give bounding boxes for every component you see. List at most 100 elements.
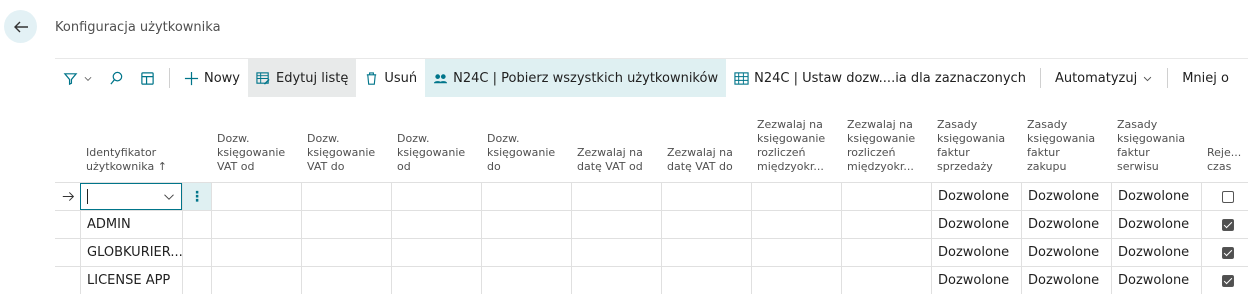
- table-row[interactable]: GLOBKURIER... Dozwolone Dozwolone Dozwol…: [55, 238, 1248, 266]
- col-header-allow-vat-from[interactable]: Zezwalaj na datę VAT od: [577, 96, 662, 182]
- cell-purch-rules[interactable]: Dozwolone: [1021, 239, 1111, 266]
- cell-purch-rules[interactable]: Dozwolone: [1021, 183, 1111, 210]
- cell-menu: [182, 267, 211, 294]
- cell-vat-from[interactable]: [211, 239, 301, 266]
- cell-ic-to[interactable]: [841, 239, 931, 266]
- layout-button[interactable]: [132, 59, 163, 97]
- cell-ic-from[interactable]: [751, 239, 841, 266]
- col-header-post-from[interactable]: Dozw. księgowanie od: [397, 96, 482, 182]
- less-options-button[interactable]: Mniej o: [1174, 59, 1237, 97]
- chevron-down-icon[interactable]: [163, 191, 175, 203]
- chevron-down-icon: [84, 76, 92, 81]
- new-button[interactable]: Nowy: [176, 59, 248, 97]
- cell-allow-vat-to[interactable]: [661, 183, 751, 210]
- register-checkbox[interactable]: [1222, 218, 1234, 231]
- new-label: Nowy: [204, 70, 241, 86]
- automate-button[interactable]: Automatyzuj: [1047, 59, 1161, 97]
- cell-vat-to[interactable]: [301, 239, 391, 266]
- cell-user-id[interactable]: GLOBKURIER...: [80, 239, 182, 266]
- cell-user-id[interactable]: ADMIN: [80, 211, 182, 238]
- cell-service-rules[interactable]: Dozwolone: [1111, 267, 1201, 294]
- col-header-ic-from[interactable]: Zezwalaj na księgowanie rozliczeń międzyokr…: [757, 96, 842, 182]
- cell-ic-from[interactable]: [751, 267, 841, 294]
- cell-post-to[interactable]: [481, 183, 571, 210]
- register-checkbox[interactable]: [1222, 274, 1234, 287]
- col-header-register[interactable]: Reje... czas: [1207, 96, 1248, 182]
- chevron-down-icon: [1143, 76, 1152, 81]
- delete-button[interactable]: Usuń: [356, 59, 425, 97]
- cell-allow-vat-from[interactable]: [571, 183, 661, 210]
- table-row[interactable]: ADMIN Dozwolone Dozwolone Dozwolone: [55, 210, 1248, 238]
- row-menu-button[interactable]: ⋮: [182, 183, 211, 210]
- cell-post-from[interactable]: [391, 239, 481, 266]
- cell-allow-vat-to[interactable]: [661, 267, 751, 294]
- cell-allow-vat-from[interactable]: [571, 267, 661, 294]
- search-button[interactable]: [101, 59, 132, 97]
- cell-allow-vat-to[interactable]: [661, 211, 751, 238]
- col-header-vat-from[interactable]: Dozw. księgowanie VAT od: [217, 96, 302, 182]
- cell-user-id[interactable]: LICENSE APP: [80, 267, 182, 294]
- cell-vat-to[interactable]: [301, 211, 391, 238]
- delete-label: Usuń: [384, 70, 418, 86]
- cell-ic-to[interactable]: [841, 211, 931, 238]
- cell-allow-vat-from[interactable]: [571, 211, 661, 238]
- col-header-ic-to[interactable]: Zezwalaj na księgowanie rozliczeń międzyokr…: [847, 96, 932, 182]
- edit-list-icon: [256, 71, 270, 85]
- cell-vat-from[interactable]: [211, 183, 301, 210]
- table-row[interactable]: ⋮ Dozwolone Dozwolone Dozwolone: [55, 182, 1248, 210]
- cell-post-from[interactable]: [391, 267, 481, 294]
- cell-purch-rules[interactable]: Dozwolone: [1021, 267, 1111, 294]
- cell-post-from[interactable]: [391, 183, 481, 210]
- cell-post-from[interactable]: [391, 211, 481, 238]
- cell-vat-from[interactable]: [211, 267, 301, 294]
- col-header-post-to[interactable]: Dozw. księgowanie do: [487, 96, 572, 182]
- grid-icon: [734, 71, 749, 85]
- user-id-input[interactable]: [80, 183, 182, 210]
- cell-ic-to[interactable]: [841, 267, 931, 294]
- cell-vat-from[interactable]: [211, 211, 301, 238]
- cell-menu: [182, 211, 211, 238]
- n24c-fetch-users-button[interactable]: N24C | Pobierz wszystkich użytkowników: [425, 59, 727, 97]
- cell-sales-rules[interactable]: Dozwolone: [931, 211, 1021, 238]
- edit-list-label: Edytuj listę: [276, 70, 349, 86]
- n24c-set-permissions-button[interactable]: N24C | Ustaw dozw....ia dla zaznaczonych: [726, 59, 1034, 97]
- cell-post-to[interactable]: [481, 239, 571, 266]
- separator: [169, 68, 170, 88]
- cell-register[interactable]: [1201, 183, 1248, 210]
- cell-post-to[interactable]: [481, 211, 571, 238]
- cell-register[interactable]: [1201, 211, 1248, 238]
- col-header-sales-rules[interactable]: Zasady księgowania faktur sprzedaży: [937, 96, 1022, 182]
- n24c-fetch-label: N24C | Pobierz wszystkich użytkowników: [453, 70, 719, 86]
- edit-list-button[interactable]: Edytuj listę: [248, 59, 357, 97]
- cell-service-rules[interactable]: Dozwolone: [1111, 183, 1201, 210]
- cell-service-rules[interactable]: Dozwolone: [1111, 239, 1201, 266]
- plus-icon: [184, 71, 199, 85]
- col-header-service-rules[interactable]: Zasady księgowania faktur serwisu: [1117, 96, 1202, 182]
- cell-purch-rules[interactable]: Dozwolone: [1021, 211, 1111, 238]
- cell-service-rules[interactable]: Dozwolone: [1111, 211, 1201, 238]
- cell-sales-rules[interactable]: Dozwolone: [931, 267, 1021, 294]
- cell-allow-vat-to[interactable]: [661, 239, 751, 266]
- less-label: Mniej o: [1182, 70, 1229, 86]
- cell-ic-from[interactable]: [751, 211, 841, 238]
- filter-icon: [63, 72, 78, 85]
- cell-vat-to[interactable]: [301, 267, 391, 294]
- col-header-user-id[interactable]: Identyfikator użytkownika ↑: [86, 96, 211, 182]
- cell-allow-vat-from[interactable]: [571, 239, 661, 266]
- cell-sales-rules[interactable]: Dozwolone: [931, 239, 1021, 266]
- cell-register[interactable]: [1201, 267, 1248, 294]
- cell-ic-to[interactable]: [841, 183, 931, 210]
- col-header-vat-to[interactable]: Dozw. księgowanie VAT do: [307, 96, 392, 182]
- register-checkbox[interactable]: [1222, 190, 1234, 203]
- cell-sales-rules[interactable]: Dozwolone: [931, 183, 1021, 210]
- cell-ic-from[interactable]: [751, 183, 841, 210]
- register-checkbox[interactable]: [1222, 246, 1234, 259]
- cell-post-to[interactable]: [481, 267, 571, 294]
- col-header-allow-vat-to[interactable]: Zezwalaj na datę VAT do: [667, 96, 752, 182]
- cell-vat-to[interactable]: [301, 183, 391, 210]
- cell-register[interactable]: [1201, 239, 1248, 266]
- back-button[interactable]: [4, 10, 37, 43]
- filter-pane-button[interactable]: [55, 59, 101, 97]
- col-header-purch-rules[interactable]: Zasady księgowania faktur zakupu: [1027, 96, 1112, 182]
- table-row[interactable]: LICENSE APP Dozwolone Dozwolone Dozwolon…: [55, 266, 1248, 294]
